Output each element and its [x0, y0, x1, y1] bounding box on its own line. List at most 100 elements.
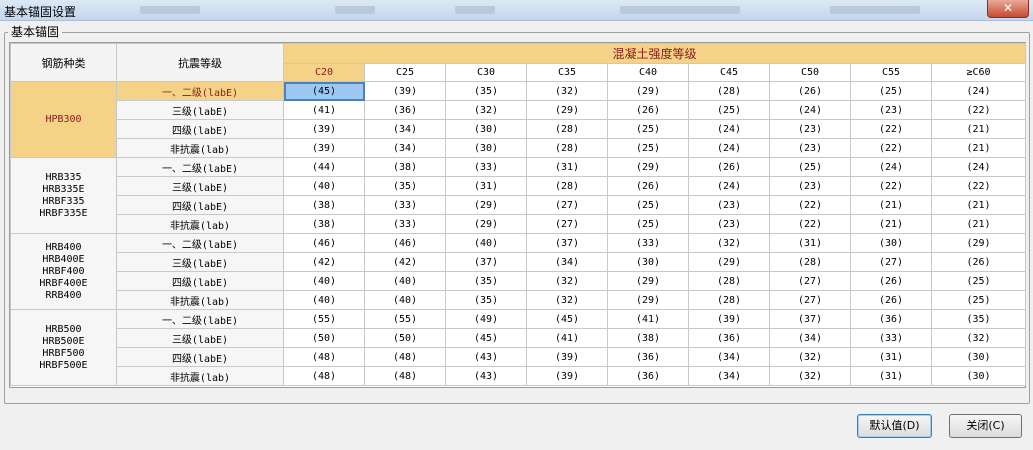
anchorage-value-cell[interactable]: (23): [688, 214, 770, 234]
anchorage-value-cell[interactable]: (40): [283, 176, 365, 196]
anchorage-value-cell[interactable]: (30): [445, 138, 527, 158]
anchorage-value-cell[interactable]: (38): [283, 195, 365, 215]
anchorage-value-cell[interactable]: (29): [607, 271, 689, 291]
anchorage-value-cell[interactable]: (34): [688, 366, 770, 386]
anchorage-value-cell[interactable]: (34): [364, 119, 446, 139]
anchorage-value-cell[interactable]: (48): [283, 366, 365, 386]
anchorage-value-cell[interactable]: (22): [930, 176, 1027, 196]
anchorage-value-cell[interactable]: (29): [526, 100, 608, 120]
anchorage-value-cell[interactable]: (21): [930, 138, 1027, 158]
anchorage-value-cell[interactable]: (55): [283, 309, 365, 329]
anchorage-value-cell[interactable]: (25): [930, 290, 1027, 310]
default-values-button[interactable]: 默认值(D): [857, 414, 932, 438]
anchorage-value-cell[interactable]: (42): [283, 252, 365, 272]
anchorage-value-cell[interactable]: (32): [445, 100, 527, 120]
anchorage-value-cell[interactable]: (43): [445, 366, 527, 386]
anchorage-value-cell[interactable]: (25): [850, 81, 932, 101]
anchorage-value-cell[interactable]: (48): [364, 366, 446, 386]
anchorage-value-cell[interactable]: (27): [526, 214, 608, 234]
anchorage-value-cell[interactable]: (36): [607, 347, 689, 367]
anchorage-value-cell[interactable]: (33): [607, 233, 689, 253]
anchorage-value-cell[interactable]: (25): [930, 271, 1027, 291]
anchorage-value-cell[interactable]: (36): [850, 309, 932, 329]
anchorage-value-cell[interactable]: (31): [526, 157, 608, 177]
anchorage-value-cell[interactable]: (39): [283, 119, 365, 139]
anchorage-value-cell[interactable]: (26): [607, 176, 689, 196]
anchorage-value-cell[interactable]: (27): [769, 290, 851, 310]
anchorage-value-cell[interactable]: (33): [364, 195, 446, 215]
anchorage-value-cell[interactable]: (50): [364, 328, 446, 348]
anchorage-value-cell[interactable]: (23): [769, 176, 851, 196]
anchorage-value-cell[interactable]: (26): [769, 81, 851, 101]
anchorage-value-cell[interactable]: (31): [850, 347, 932, 367]
anchorage-value-cell[interactable]: (28): [526, 138, 608, 158]
anchorage-value-cell[interactable]: (38): [607, 328, 689, 348]
anchorage-value-cell[interactable]: (35): [930, 309, 1027, 329]
anchorage-value-cell[interactable]: (34): [688, 347, 770, 367]
anchorage-value-cell[interactable]: (36): [364, 100, 446, 120]
anchorage-value-cell[interactable]: (36): [688, 328, 770, 348]
anchorage-value-cell[interactable]: (37): [445, 252, 527, 272]
anchorage-value-cell[interactable]: (28): [526, 119, 608, 139]
anchorage-value-cell[interactable]: (33): [364, 214, 446, 234]
anchorage-value-cell[interactable]: (22): [850, 176, 932, 196]
anchorage-value-cell[interactable]: (50): [283, 328, 365, 348]
anchorage-value-cell[interactable]: (22): [769, 195, 851, 215]
anchorage-value-cell[interactable]: (28): [688, 271, 770, 291]
anchorage-value-cell[interactable]: (23): [769, 119, 851, 139]
anchorage-value-cell[interactable]: (34): [526, 252, 608, 272]
anchorage-value-cell[interactable]: (24): [850, 157, 932, 177]
anchorage-value-cell[interactable]: (48): [364, 347, 446, 367]
anchorage-value-cell[interactable]: (30): [850, 233, 932, 253]
anchorage-value-cell[interactable]: (22): [769, 214, 851, 234]
anchorage-value-cell[interactable]: (39): [526, 366, 608, 386]
anchorage-value-cell[interactable]: (48): [283, 347, 365, 367]
anchorage-value-cell[interactable]: (24): [769, 100, 851, 120]
anchorage-value-cell[interactable]: (33): [445, 157, 527, 177]
anchorage-value-cell[interactable]: (22): [850, 138, 932, 158]
anchorage-value-cell[interactable]: (21): [930, 214, 1027, 234]
close-button[interactable]: 关闭(C): [949, 414, 1022, 438]
anchorage-value-cell[interactable]: (28): [769, 252, 851, 272]
anchorage-value-cell[interactable]: (25): [607, 195, 689, 215]
anchorage-value-cell[interactable]: (42): [364, 252, 446, 272]
anchorage-value-cell[interactable]: (26): [688, 157, 770, 177]
anchorage-value-cell[interactable]: (32): [688, 233, 770, 253]
anchorage-value-cell[interactable]: (40): [283, 271, 365, 291]
anchorage-value-cell[interactable]: (32): [769, 347, 851, 367]
anchorage-value-cell[interactable]: (21): [850, 214, 932, 234]
anchorage-value-cell[interactable]: (24): [930, 157, 1027, 177]
anchorage-value-cell[interactable]: (29): [445, 195, 527, 215]
anchorage-value-cell[interactable]: (31): [445, 176, 527, 196]
anchorage-value-cell[interactable]: (26): [850, 290, 932, 310]
anchorage-value-cell[interactable]: (21): [850, 195, 932, 215]
anchorage-value-cell[interactable]: (23): [850, 100, 932, 120]
anchorage-value-cell[interactable]: (29): [688, 252, 770, 272]
anchorage-value-cell[interactable]: (45): [445, 328, 527, 348]
anchorage-value-cell[interactable]: (27): [850, 252, 932, 272]
anchorage-value-cell[interactable]: (41): [283, 100, 365, 120]
anchorage-value-cell[interactable]: (40): [445, 233, 527, 253]
anchorage-value-cell[interactable]: (45): [526, 309, 608, 329]
anchorage-value-cell[interactable]: (55): [364, 309, 446, 329]
anchorage-value-cell[interactable]: (30): [930, 347, 1027, 367]
anchorage-value-cell[interactable]: (40): [283, 290, 365, 310]
anchorage-value-cell[interactable]: (28): [688, 81, 770, 101]
anchorage-value-cell[interactable]: (35): [364, 176, 446, 196]
anchorage-value-cell[interactable]: (21): [930, 195, 1027, 215]
anchorage-value-cell[interactable]: (22): [850, 119, 932, 139]
anchorage-value-cell[interactable]: (29): [607, 290, 689, 310]
anchorage-value-cell[interactable]: (39): [283, 138, 365, 158]
anchorage-value-cell[interactable]: (30): [930, 366, 1027, 386]
anchorage-value-cell[interactable]: (21): [930, 119, 1027, 139]
anchorage-value-cell[interactable]: (24): [688, 176, 770, 196]
anchorage-value-cell[interactable]: (25): [607, 138, 689, 158]
anchorage-value-cell[interactable]: (34): [769, 328, 851, 348]
anchorage-value-cell[interactable]: (32): [526, 290, 608, 310]
anchorage-value-cell[interactable]: (44): [283, 157, 365, 177]
anchorage-value-cell[interactable]: (31): [769, 233, 851, 253]
anchorage-value-cell[interactable]: (27): [769, 271, 851, 291]
anchorage-value-cell[interactable]: (23): [769, 138, 851, 158]
anchorage-value-cell[interactable]: (35): [445, 290, 527, 310]
anchorage-value-cell[interactable]: (37): [526, 233, 608, 253]
